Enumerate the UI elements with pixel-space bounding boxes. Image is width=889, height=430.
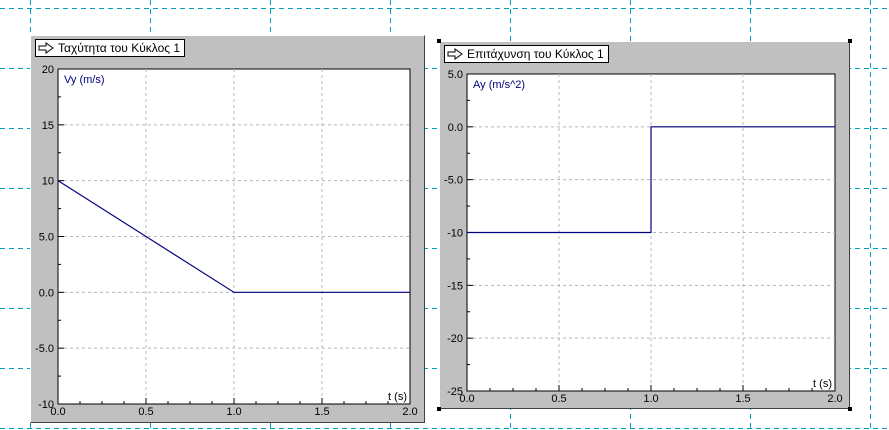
y-tick-label: 0.0 [448,122,463,134]
velocity-graph-panel[interactable]: Ταχύτητα του Κύκλος 1 0.0 0.5 1.0 1.5 2.0 -10… [30,35,425,423]
resize-handle-top-right[interactable] [848,39,852,43]
y-tick-label: 10 [42,176,54,188]
acceleration-graph-panel[interactable]: Επιτάχυνση του Κύκλος 1 0.0 0.5 1.0 1.5 2.0-… [439,41,850,409]
resize-handle-top-left[interactable] [437,39,441,43]
x-tick-label: 0.5 [551,393,566,405]
y-tick-label: 5.0 [39,232,54,244]
y-tick-label: -5.0 [444,175,463,187]
x-tick-label: 1.0 [643,393,658,405]
y-tick-label: -25 [447,386,463,398]
resize-handle-bottom-right[interactable] [848,407,852,411]
y-tick-label: 0.0 [39,287,54,299]
x-tick-label: 1.5 [314,406,329,418]
y-tick-label: -15 [447,280,463,292]
y-axis-label: Vy (m/s) [64,74,105,86]
x-tick-label: 2.0 [402,406,417,418]
velocity-plot[interactable]: 0.0 0.5 1.0 1.5 2.0-10-5.00.05.0101520Vy (m/… [31,36,424,422]
y-tick-label: -5.0 [35,343,54,355]
acceleration-plot[interactable]: 0.0 0.5 1.0 1.5 2.0-25-20-15-10-5.00.05.0Ay … [440,42,849,408]
x-tick-label: 2.0 [827,393,842,405]
y-tick-label: -10 [38,399,54,411]
x-tick-label: 1.0 [226,406,241,418]
x-tick-label: 1.5 [735,393,750,405]
x-axis-label: t (s) [813,378,832,390]
y-axis-label: Ay (m/s^2) [473,79,525,91]
y-tick-label: 5.0 [448,69,463,81]
x-axis-label: t (s) [388,391,407,403]
x-tick-label: 0.5 [138,406,153,418]
y-tick-label: 15 [42,120,54,132]
y-tick-label: -10 [447,228,463,240]
y-tick-label: -20 [447,333,463,345]
resize-handle-bottom-left[interactable] [437,407,441,411]
y-tick-label: 20 [42,64,54,76]
